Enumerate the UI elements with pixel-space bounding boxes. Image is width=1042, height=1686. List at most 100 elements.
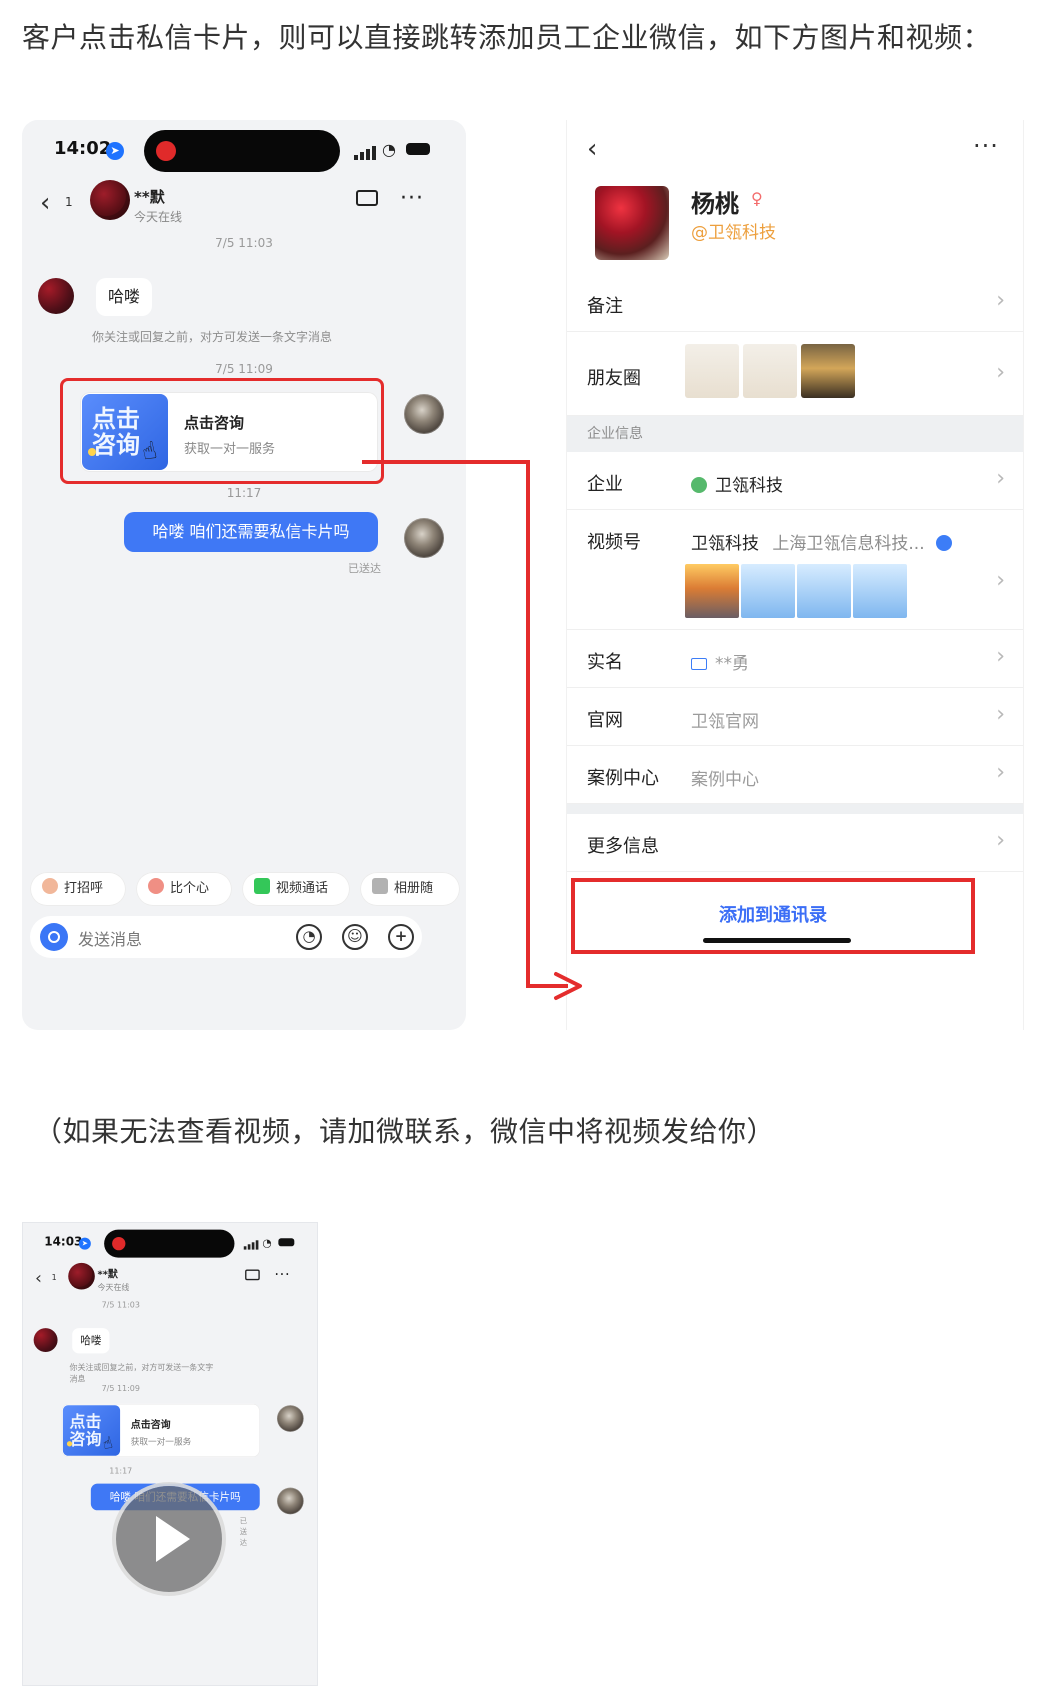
greet-icon xyxy=(42,878,58,894)
staff-avatar-2 xyxy=(404,518,444,558)
row-channels[interactable]: 视频号 卫瓴科技 上海卫瓴信息科技... › xyxy=(567,510,1023,630)
system-note: 你关注或回复之前，对方可发送一条文字消息 xyxy=(69,1362,214,1384)
heart-icon xyxy=(148,878,164,894)
incoming-message: 哈喽 xyxy=(96,278,153,316)
quick-action-greet[interactable]: 打招呼 xyxy=(30,872,126,906)
row-label: 视频号 xyxy=(587,532,641,553)
voice-icon[interactable]: ◔ xyxy=(296,924,322,950)
customer-avatar xyxy=(33,1328,58,1353)
outgoing-message: 哈喽 咱们还需要私信卡片吗 xyxy=(124,512,378,552)
home-indicator xyxy=(703,938,851,943)
location-icon: ➤ xyxy=(106,142,124,160)
unread-count: 1 xyxy=(65,195,73,209)
card-thumb-badge: 点击 咨询 xyxy=(69,1412,102,1449)
status-time: 14:02 xyxy=(54,138,112,159)
section-enterprise-info: 企业信息 xyxy=(567,416,1023,452)
profile-company: @卫瓴科技 xyxy=(691,223,776,243)
private-message-card[interactable]: 点击 咨询 ☝ 点击咨询 获取一对一服务 xyxy=(80,392,378,472)
staff-avatar xyxy=(404,394,444,434)
row-enterprise[interactable]: 企业 卫瓴科技 › xyxy=(567,452,1023,510)
channel-thumb-3 xyxy=(797,564,851,618)
video-message-card: 点击 咨询 ☝ 点击咨询 获取一对一服务 xyxy=(61,1403,260,1458)
dynamic-island xyxy=(144,130,340,172)
card-title: 点击咨询 xyxy=(130,1418,171,1431)
unread-count: 1 xyxy=(51,1272,57,1283)
contact-avatar xyxy=(68,1262,95,1290)
realname-value: **勇 xyxy=(715,654,749,674)
wifi-icon: ◔ xyxy=(382,140,396,159)
contact-avatar xyxy=(90,180,130,220)
left-phone-screen: 14:02 ➤ ◔ ‹ 1 **默 今天在线 ··· 7/5 11:03 哈喽 … xyxy=(22,120,466,1030)
staff-avatar-2 xyxy=(277,1487,304,1515)
system-note: 你关注或回复之前，对方可发送一条文字消息 xyxy=(92,330,333,344)
add-to-contacts-button[interactable]: 添加到通讯录 xyxy=(579,886,967,946)
moments-thumb-2 xyxy=(743,344,797,398)
enterprise-value: 卫瓴科技 xyxy=(715,476,783,496)
row-label: 更多信息 xyxy=(587,836,659,857)
row-value: 卫瓴科技 上海卫瓴信息科技... xyxy=(691,529,953,554)
row-realname[interactable]: 实名 **勇 › xyxy=(567,630,1023,688)
card-thumbnail: 点击 咨询 ☝ xyxy=(62,1405,121,1456)
message-input-bar[interactable]: 发送消息 ◔ ☺ + xyxy=(30,916,422,958)
channels-desc: 上海卫瓴信息科技... xyxy=(772,534,925,554)
staff-avatar xyxy=(277,1405,304,1432)
contact-detail-panel: ‹ ··· 杨桃 ♀ @卫瓴科技 备注 › 朋友圈 › 企业信息 企业 卫瓴科技… xyxy=(566,120,1024,1030)
chat-time-2: 7/5 11:09 xyxy=(215,362,273,376)
camera-icon[interactable] xyxy=(40,923,68,951)
chat-time-1: 7/5 11:03 xyxy=(215,236,273,250)
row-label: 企业 xyxy=(587,474,623,495)
back-icon[interactable]: ‹ xyxy=(587,134,597,164)
quick-action-heart[interactable]: 比个心 xyxy=(136,872,232,906)
row-moments[interactable]: 朋友圈 › xyxy=(567,332,1023,416)
row-cases[interactable]: 案例中心 案例中心 › xyxy=(567,746,1023,804)
female-icon: ♀ xyxy=(751,189,763,208)
card-title: 点击咨询 xyxy=(184,414,245,432)
row-label: 官网 xyxy=(587,710,623,731)
video-chat-time-3: 11:17 xyxy=(109,1466,133,1476)
battery-icon xyxy=(278,1238,295,1247)
play-button-icon[interactable] xyxy=(116,1486,222,1592)
video-status-time: 14:03 xyxy=(44,1234,83,1249)
more-options-icon[interactable]: ··· xyxy=(400,186,424,211)
card-thumb-dot xyxy=(88,448,96,456)
back-icon[interactable]: ‹ xyxy=(40,190,64,216)
quick-action-album[interactable]: 相册随 xyxy=(360,872,460,906)
moments-thumb-1 xyxy=(685,344,739,398)
quick-action-label: 比个心 xyxy=(170,881,210,896)
recording-indicator xyxy=(112,1236,126,1251)
signal-icon xyxy=(243,1239,260,1250)
video-chat-time-1: 7/5 11:03 xyxy=(101,1300,140,1310)
channel-thumb-1 xyxy=(685,564,739,618)
hand-cursor-icon: ☝ xyxy=(100,1432,115,1454)
row-label: 案例中心 xyxy=(587,768,659,789)
more-options-icon[interactable]: ··· xyxy=(973,132,999,160)
row-label: 朋友圈 xyxy=(587,368,641,389)
channels-value: 卫瓴科技 xyxy=(691,534,759,554)
video-call-icon[interactable] xyxy=(356,190,378,206)
row-value: 卫瓴科技 xyxy=(691,471,783,496)
card-thumb-dot xyxy=(66,1441,73,1447)
video-chat-time-2: 7/5 11:09 xyxy=(101,1383,140,1394)
plus-icon[interactable]: + xyxy=(388,924,414,950)
battery-icon xyxy=(406,143,430,155)
channel-thumb-4 xyxy=(853,564,907,618)
wifi-icon: ◔ xyxy=(262,1236,272,1249)
chevron-right-icon: › xyxy=(996,360,1005,385)
row-note[interactable]: 备注 › xyxy=(567,274,1023,332)
video-preview[interactable]: 14:03 ➤ ◔ ‹ 1 **默 今天在线 ··· 7/5 11:03 哈喽 … xyxy=(22,1222,318,1686)
moments-thumb-3 xyxy=(801,344,855,398)
quick-action-video[interactable]: 视频通话 xyxy=(242,872,350,906)
profile-name: 杨桃 xyxy=(691,190,739,218)
row-value: **勇 xyxy=(691,649,749,674)
contact-name: **默 xyxy=(97,1268,118,1281)
quick-action-label: 相册随 xyxy=(394,881,434,896)
chevron-right-icon: › xyxy=(996,760,1005,785)
dice-icon xyxy=(372,878,388,894)
video-call-icon xyxy=(245,1269,260,1281)
hand-cursor-icon: ☝ xyxy=(139,435,160,467)
row-website[interactable]: 官网 卫瓴官网 › xyxy=(567,688,1023,746)
chat-header: ‹ 1 **默 今天在线 ··· xyxy=(22,178,466,238)
emoji-icon[interactable]: ☺ xyxy=(342,924,368,950)
row-label: 备注 xyxy=(587,296,623,317)
row-more-info[interactable]: 更多信息 › xyxy=(567,814,1023,872)
